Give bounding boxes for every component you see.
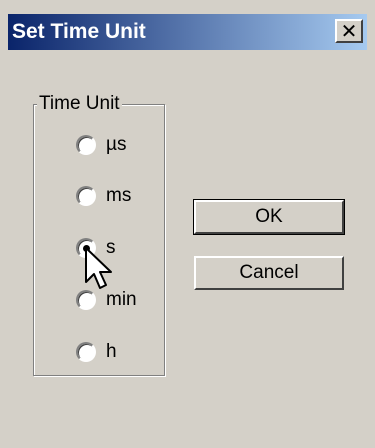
radio-label-h: h bbox=[106, 341, 117, 362]
radio-button-ms[interactable] bbox=[76, 186, 96, 206]
time-unit-group-label: Time Unit bbox=[37, 93, 122, 115]
title-bar[interactable]: Set Time Unit ✕ bbox=[8, 14, 367, 50]
close-button[interactable]: ✕ bbox=[335, 19, 363, 43]
radio-label-ms: ms bbox=[106, 185, 132, 206]
close-icon: ✕ bbox=[340, 19, 358, 43]
set-time-unit-dialog: Set Time Unit ✕ Time Unit µs ms s min h … bbox=[0, 0, 375, 448]
radio-label-us: µs bbox=[106, 134, 127, 155]
radio-option-h[interactable]: h bbox=[76, 340, 117, 364]
mouse-pointer-icon bbox=[85, 247, 112, 289]
dialog-title: Set Time Unit bbox=[12, 20, 146, 43]
radio-option-ms[interactable]: ms bbox=[76, 184, 131, 208]
radio-button-h[interactable] bbox=[76, 342, 96, 362]
ok-button[interactable]: OK bbox=[193, 199, 345, 235]
radio-option-us[interactable]: µs bbox=[76, 133, 126, 157]
radio-button-us[interactable] bbox=[76, 135, 96, 155]
cancel-button[interactable]: Cancel bbox=[194, 256, 344, 290]
